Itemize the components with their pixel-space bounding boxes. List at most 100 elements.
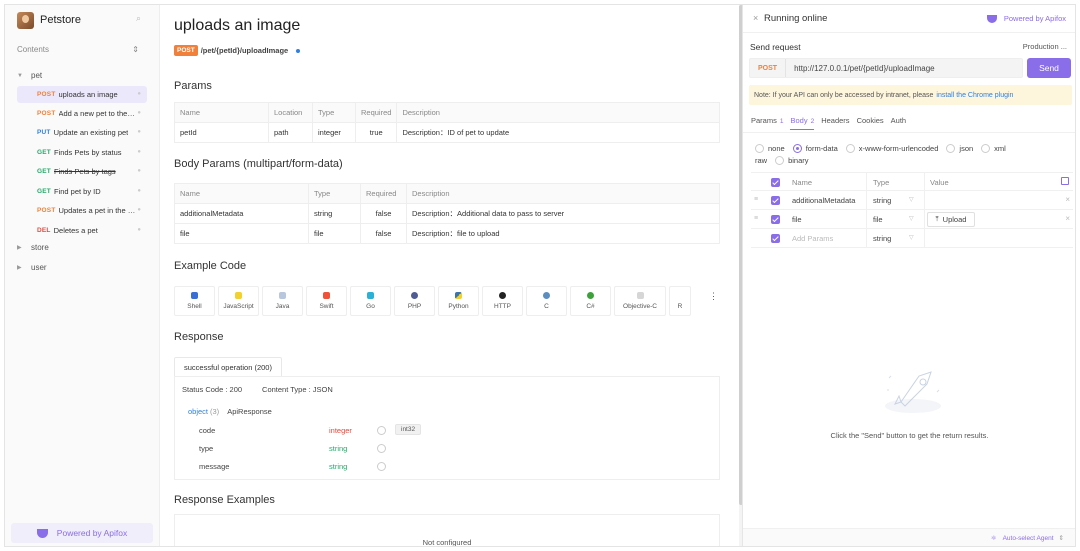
tab-params[interactable]: Params 1 — [751, 116, 783, 130]
params-table: Name Location Type Required Description … — [174, 102, 720, 143]
sidebar-item-find-by-tags[interactable]: GET Finds Pets by tags ● — [17, 163, 147, 180]
col-header: Required — [360, 183, 407, 204]
tab-objective-c[interactable]: Objective-C — [614, 286, 666, 316]
tab-http[interactable]: HTTP — [482, 286, 523, 316]
caret-right-icon: ▶ — [17, 245, 22, 251]
radio-urlencoded[interactable]: x-www-form-urlencoded — [845, 144, 938, 153]
send-button[interactable]: Send — [1027, 58, 1071, 78]
upload-button[interactable]: ⤒ Upload — [927, 212, 975, 227]
sidebar-item-update-pet-form[interactable]: POST Updates a pet in the store ● — [17, 202, 147, 219]
sidebar-item-update-pet[interactable]: PUT Update an existing pet ● — [17, 124, 147, 141]
radio-form-data[interactable]: form-data — [792, 144, 838, 153]
field-name: type — [199, 444, 214, 453]
select-all-checkbox[interactable] — [771, 178, 780, 187]
drag-handle-icon[interactable]: ≡ — [754, 196, 758, 203]
drag-handle-icon[interactable]: ≡ — [754, 215, 758, 222]
folder-user[interactable]: ▶ user — [17, 263, 47, 272]
sidebar-item-label: Finds Pets by status — [53, 148, 122, 157]
param-name[interactable]: file — [792, 215, 802, 224]
table-header-row: Name Type Value — [751, 172, 1073, 192]
bulk-edit-icon[interactable] — [1061, 177, 1069, 185]
url-bar[interactable]: POST http://127.0.0.1/pet/{petId}/upload… — [749, 58, 1023, 78]
tab-java[interactable]: Java — [262, 286, 303, 316]
remove-row-icon[interactable]: × — [1065, 214, 1070, 223]
folder-pet[interactable]: ▼ pet — [17, 71, 42, 80]
radio-json[interactable]: json — [946, 144, 973, 153]
tab-go[interactable]: Go — [350, 286, 391, 316]
row-checkbox[interactable] — [771, 196, 780, 205]
schema-count: (3) — [210, 407, 220, 416]
row-checkbox[interactable] — [771, 215, 780, 224]
method-badge: GET — [37, 188, 51, 195]
contents-label: Contents — [17, 45, 50, 54]
tab-headers[interactable]: Headers — [821, 116, 849, 130]
tab-shell[interactable]: Shell — [174, 286, 215, 316]
table-row: additionalMetadata string false Descript… — [174, 203, 720, 224]
chrome-plugin-link[interactable]: install the Chrome plugin — [936, 92, 1013, 99]
url-input[interactable]: http://127.0.0.1/pet/{petId}/uploadImage — [786, 64, 935, 73]
more-languages-icon[interactable]: ⋮ — [709, 291, 718, 302]
search-icon[interactable]: ⌕ — [136, 13, 141, 24]
divider — [924, 173, 925, 192]
remove-row-icon[interactable]: × — [1065, 195, 1070, 204]
environment-select[interactable]: Production ... — [1023, 42, 1067, 51]
sidebar-item-uploads-image[interactable]: POST uploads an image ● — [17, 86, 147, 103]
collapse-toggle-icon[interactable]: ⇕ — [132, 45, 139, 54]
tab-body[interactable]: Body 2 — [790, 116, 815, 130]
field-name: code — [199, 426, 216, 435]
folder-label: store — [31, 243, 49, 252]
schema-header[interactable]: object (3) ApiResponse — [188, 407, 272, 416]
tab-javascript[interactable]: JavaScript — [218, 286, 259, 316]
tab-cookies[interactable]: Cookies — [857, 116, 884, 130]
tab-swift[interactable]: Swift — [306, 286, 347, 316]
radio-raw[interactable]: raw — [755, 156, 767, 165]
close-icon[interactable]: × — [753, 13, 758, 23]
sidebar-item-add-pet[interactable]: POST Add a new pet to the store ● — [17, 105, 147, 122]
upload-label: Upload — [942, 215, 967, 224]
tab-label: Headers — [821, 116, 850, 125]
add-param-input[interactable]: Add Params — [792, 234, 833, 243]
table-row: petId path integer true Description：ID o… — [174, 122, 720, 143]
tab-auth[interactable]: Auth — [891, 116, 906, 130]
col-header: Description — [406, 183, 720, 204]
method-badge: DEL — [37, 227, 51, 234]
tab-label: JavaScript — [223, 303, 254, 310]
param-name[interactable]: additionalMetadata — [792, 196, 855, 205]
tab-python[interactable]: Python — [438, 286, 479, 316]
tab-r[interactable]: R — [669, 286, 691, 316]
endpoint-path[interactable]: /pet/{petId}/uploadImage — [201, 46, 289, 55]
schema-field-row: code integer int32 — [199, 424, 439, 435]
radio-xml[interactable]: xml — [981, 144, 1006, 153]
sidebar-item-find-by-status[interactable]: GET Finds Pets by status ● — [17, 144, 147, 161]
request-tabs: Params 1 Body 2 Headers Cookies Auth — [751, 116, 913, 130]
run-panel-footer: ⚛ Auto-select Agent ⇕ — [743, 528, 1075, 546]
powered-by-text: Powered by Apifox — [1003, 14, 1066, 23]
folder-store[interactable]: ▶ store — [17, 243, 49, 252]
tab-response-200[interactable]: successful operation (200) — [174, 357, 282, 377]
param-type: integer — [312, 122, 356, 143]
row-checkbox[interactable] — [771, 234, 780, 243]
param-type-select[interactable]: string — [873, 196, 891, 205]
project-header[interactable]: Petstore — [17, 11, 147, 29]
intranet-note: Note: If your API can only be accessed b… — [749, 85, 1072, 105]
param-type-select[interactable]: file — [873, 215, 883, 224]
upload-icon: ⤒ — [935, 215, 939, 223]
col-header: Description — [396, 102, 720, 123]
param-type-select[interactable]: string — [873, 234, 891, 243]
body-params-table: Name Type Required Description additiona… — [174, 183, 720, 244]
agent-select[interactable]: ⚛ Auto-select Agent ⇕ — [991, 534, 1064, 543]
tab-csharp[interactable]: C# — [570, 286, 611, 316]
contents-header[interactable]: Contents ⇕ — [17, 45, 139, 54]
sidebar-item-find-by-id[interactable]: GET Find pet by ID ● — [17, 183, 147, 200]
tab-c[interactable]: C — [526, 286, 567, 316]
radio-none[interactable]: none — [755, 144, 785, 153]
method-select[interactable]: POST — [750, 59, 787, 77]
powered-by-footer[interactable]: Powered by Apifox — [11, 523, 153, 543]
param-required: false — [360, 203, 407, 224]
radio-binary[interactable]: binary — [775, 156, 809, 165]
col-name: Name — [792, 178, 813, 187]
powered-by-link[interactable]: Powered by Apifox — [986, 14, 1066, 23]
schema-ref: ApiResponse — [227, 407, 272, 416]
tab-php[interactable]: PHP — [394, 286, 435, 316]
sidebar-item-delete-pet[interactable]: DEL Deletes a pet ● — [17, 222, 147, 239]
